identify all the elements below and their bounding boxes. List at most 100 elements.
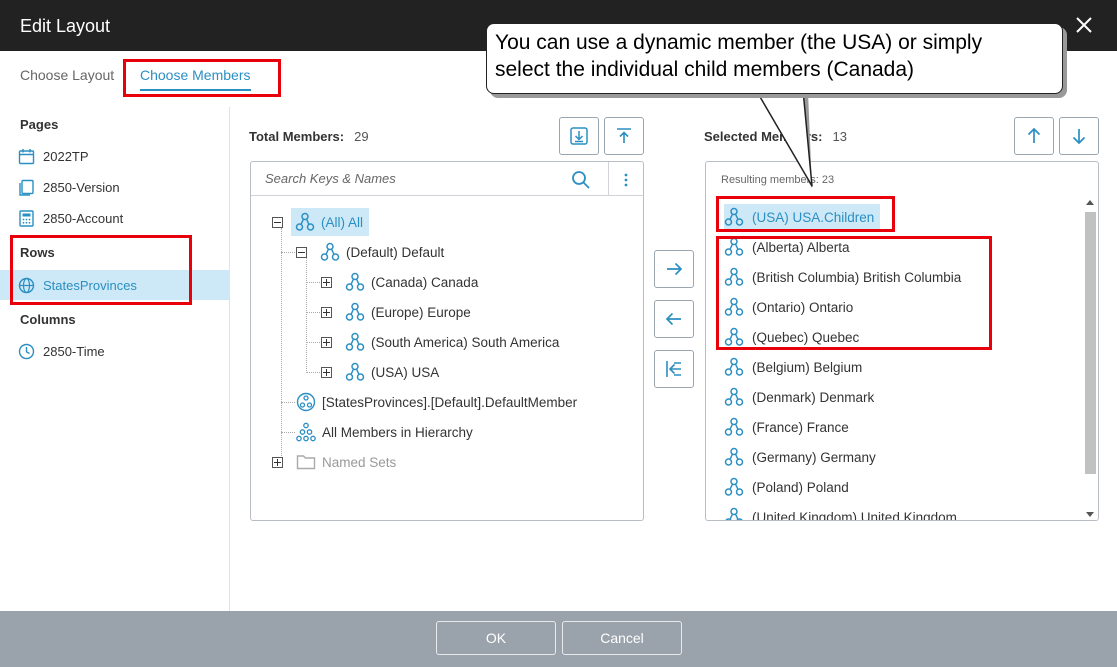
vertical-scrollbar[interactable] (1082, 196, 1098, 520)
selected-members-panel: Resulting members: 23 (USA) USA.Children… (705, 161, 1099, 521)
list-item[interactable]: (United Kingdom) United Kingdom (724, 504, 957, 520)
tree-connector (306, 258, 307, 371)
tree-node-default[interactable]: (Default) Default (320, 238, 444, 266)
list-item-label: (Alberta) Alberta (752, 239, 850, 255)
remove-selected-button[interactable] (654, 300, 694, 338)
scroll-up-icon[interactable] (1086, 200, 1094, 205)
list-item-label: (British Columbia) British Columbia (752, 269, 962, 285)
list-item[interactable]: (Belgium) Belgium (724, 354, 862, 380)
tree-node-south-america[interactable]: (South America) South America (345, 328, 559, 356)
annotation-callout: You can use a dynamic member (the USA) o… (486, 23, 1063, 94)
callout-line: select the individual child members (Can… (495, 58, 915, 81)
tree-connector (281, 252, 295, 253)
selected-members-label: Selected Members: (704, 129, 823, 144)
tree-connector (281, 228, 282, 464)
hierarchy-icon (345, 362, 365, 381)
tree-node-default-member[interactable]: [StatesProvinces].[Default].DefaultMembe… (296, 388, 577, 416)
sidebar-item-statesprovinces[interactable]: StatesProvinces (0, 270, 229, 300)
search-input[interactable] (252, 163, 552, 194)
list-item[interactable]: (USA) USA.Children (724, 204, 881, 230)
ok-button[interactable]: OK (436, 621, 556, 655)
hierarchy-icon (724, 207, 744, 226)
tree-node-all-members[interactable]: All Members in Hierarchy (296, 418, 473, 446)
list-item[interactable]: (Alberta) Alberta (724, 234, 850, 260)
list-item[interactable]: (Denmark) Denmark (724, 384, 874, 410)
tree-node-usa[interactable]: (USA) USA (345, 358, 439, 386)
sidebar-item-label: 2850-Version (43, 179, 120, 195)
tree-connector (306, 342, 320, 343)
tree-node-label: (South America) South America (371, 334, 560, 350)
sidebar-item-2850-version[interactable]: 2850-Version (0, 172, 229, 202)
sidebar-item-label: 2022TP (43, 148, 89, 164)
list-item[interactable]: (France) France (724, 414, 849, 440)
tree-connector (306, 282, 320, 283)
list-item[interactable]: (Ontario) Ontario (724, 294, 853, 320)
scroll-down-icon[interactable] (1086, 512, 1094, 517)
sidebar-item-2850-time[interactable]: 2850-Time (0, 336, 229, 366)
expand-toggle[interactable] (321, 337, 332, 348)
search-icon[interactable] (571, 170, 591, 190)
tree-node-label: (Canada) Canada (371, 274, 479, 290)
list-item-label: (France) France (752, 419, 849, 435)
folder-icon (296, 455, 316, 470)
close-icon[interactable] (1073, 14, 1095, 36)
collapse-toggle[interactable] (272, 217, 283, 228)
list-item[interactable]: (Germany) Germany (724, 444, 876, 470)
list-item[interactable]: (Poland) Poland (724, 474, 849, 500)
layout-sidebar: Pages 2022TP 2850-Version 2850-Account R… (0, 107, 230, 611)
tree-connector (281, 402, 295, 403)
move-down-button[interactable] (1059, 117, 1099, 155)
more-options-icon[interactable] (619, 171, 633, 189)
tree-node-europe[interactable]: (Europe) Europe (345, 298, 471, 326)
hierarchy-icon (725, 507, 743, 520)
expand-toggle[interactable] (321, 307, 332, 318)
resulting-members-count: Resulting members: 23 (721, 174, 835, 186)
tree-node-all[interactable]: (All) All (291, 208, 370, 236)
tree-node-named-sets[interactable]: Named Sets (296, 448, 396, 476)
list-item-label: (Belgium) Belgium (752, 359, 863, 375)
tree-node-label: (USA) USA (371, 364, 440, 380)
hierarchy-icon (724, 357, 744, 376)
tree-node-canada[interactable]: (Canada) Canada (345, 268, 478, 296)
collapse-to-top-button[interactable] (604, 117, 644, 155)
hierarchy-icon (724, 417, 744, 436)
expand-toggle[interactable] (321, 277, 332, 288)
total-members-panel: (All) All (Default) Default (Canada) Can… (250, 161, 644, 521)
active-tab-underline (140, 89, 251, 91)
arrow-right-icon (667, 262, 683, 276)
hierarchy-icon (345, 272, 365, 291)
sidebar-item-2022tp[interactable]: 2022TP (0, 141, 229, 171)
cancel-button[interactable]: Cancel (562, 621, 682, 655)
collapse-toggle[interactable] (296, 247, 307, 258)
list-item-label: (Poland) Poland (752, 479, 849, 495)
expand-toggle[interactable] (321, 367, 332, 378)
tree-node-label: All Members in Hierarchy (322, 424, 473, 440)
arrow-down-icon (1072, 129, 1086, 145)
default-member-icon (296, 392, 316, 412)
search-divider (608, 162, 609, 196)
list-item[interactable]: (Quebec) Quebec (724, 324, 859, 350)
expand-toggle[interactable] (272, 457, 283, 468)
add-all-button[interactable] (559, 117, 599, 155)
remove-all-button[interactable] (654, 350, 694, 388)
total-members-label: Total Members: (249, 129, 345, 144)
hierarchy-icon (345, 332, 365, 351)
all-members-icon (296, 422, 316, 442)
selected-members-count: 13 (832, 129, 847, 144)
tab-choose-layout[interactable]: Choose Layout (20, 67, 114, 83)
add-selected-button[interactable] (654, 250, 694, 288)
sidebar-item-2850-account[interactable]: 2850-Account (0, 203, 229, 233)
list-item-label: (USA) USA.Children (752, 209, 875, 225)
move-up-button[interactable] (1014, 117, 1054, 155)
list-item[interactable]: (British Columbia) British Columbia (724, 264, 961, 290)
tab-label: Choose Members (140, 67, 251, 83)
tree-node-label: (Europe) Europe (371, 304, 471, 320)
hierarchy-icon (724, 447, 744, 466)
globe-icon (18, 277, 35, 293)
tab-choose-members[interactable]: Choose Members (140, 67, 251, 91)
tree-node-label: Named Sets (322, 454, 397, 470)
hierarchy-icon (724, 327, 744, 346)
scroll-thumb[interactable] (1085, 212, 1096, 474)
selected-members-header: Selected Members: 13 (704, 129, 847, 144)
columns-section-label: Columns (20, 312, 76, 327)
